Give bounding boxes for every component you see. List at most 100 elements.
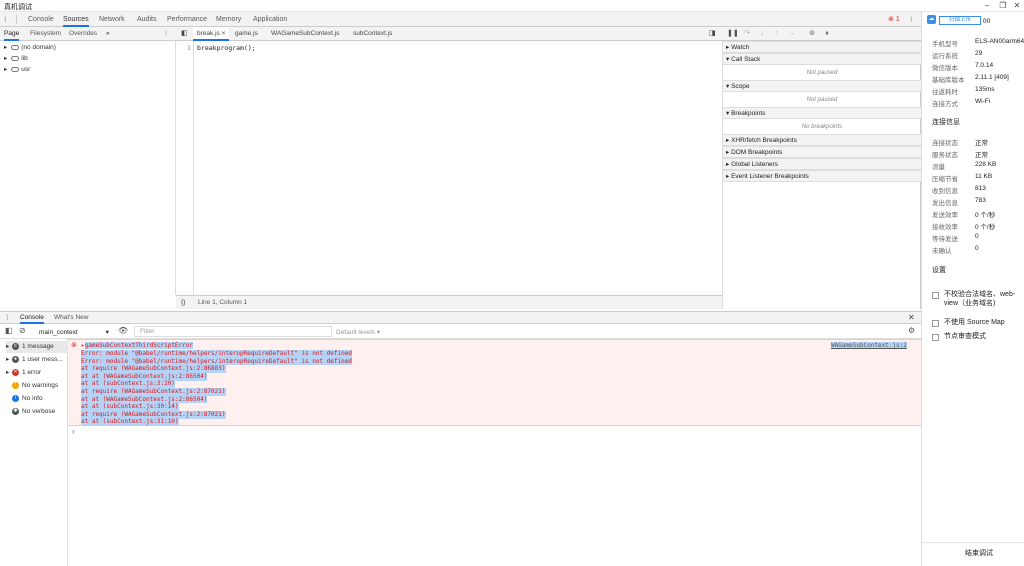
clear-console-icon[interactable]: ⊘	[19, 326, 26, 335]
console-error-message[interactable]: ⊗ ▸gameSubContextThirdScriptError WAGame…	[68, 339, 921, 427]
end-debug-button[interactable]: 结束调试	[965, 548, 993, 558]
info-value: 783	[975, 197, 986, 204]
tab-audits[interactable]: Audits	[137, 12, 156, 27]
console-filter-error[interactable]: ▸ ✕ 1 error	[6, 367, 68, 379]
settings-gear-icon[interactable]: ⚙	[908, 326, 915, 335]
scan-upload-button[interactable]: 扫描上传	[939, 16, 981, 25]
more-tabs-icon[interactable]: »	[106, 27, 110, 41]
cloud-icon	[11, 55, 20, 61]
context-select[interactable]: main_context ▾	[39, 328, 109, 336]
tree-item-label: lib	[21, 55, 28, 62]
section-watch[interactable]: ▸ Watch	[723, 41, 921, 53]
code-line[interactable]: breakprogram();	[197, 44, 256, 52]
step-icon[interactable]: →	[787, 29, 797, 39]
section-xhr-breakpoints[interactable]: ▸ XHR/fetch Breakpoints	[723, 134, 921, 146]
disable-source-map-label: 不使用 Source Map	[944, 319, 1005, 326]
sidebar-toggle-icon[interactable]: ◧	[5, 326, 13, 335]
section-label: XHR/fetch Breakpoints	[731, 137, 797, 144]
drawer-tab-whats-new[interactable]: What's New	[54, 312, 88, 324]
disable-source-map-checkbox[interactable]	[932, 320, 939, 327]
info-label: 手机型号	[932, 41, 958, 48]
info-label: 发送效率	[932, 212, 958, 219]
info-value: ELS-AN00arm64...	[975, 38, 1024, 45]
code-editor[interactable]	[176, 41, 723, 295]
step-into-icon[interactable]: ↓	[757, 29, 767, 39]
tab-memory[interactable]: Memory	[216, 12, 241, 27]
tab-overrides[interactable]: Overrides	[69, 27, 97, 41]
tab-console[interactable]: Console	[28, 12, 54, 27]
tab-performance[interactable]: Performance	[167, 12, 207, 27]
section-event-listener-breakpoints[interactable]: ▸ Event Listener Breakpoints	[723, 170, 921, 182]
editor-tab-wagamesubcontext-js[interactable]: WAGameSubContext.js	[271, 27, 339, 41]
section-scope[interactable]: ▾ Scope	[723, 80, 921, 92]
editor-tab-game-js[interactable]: game.js	[235, 27, 258, 41]
pause-on-exceptions-icon[interactable]: ⏸	[822, 29, 832, 39]
editor-tab-subcontext-js[interactable]: subContext.js	[353, 27, 392, 41]
settings-header: 设置	[932, 267, 946, 274]
section-global-listeners[interactable]: ▸ Global Listeners	[723, 158, 921, 170]
info-value: 813	[975, 185, 986, 192]
info-value: 11 KB	[975, 173, 993, 180]
section-label: Event Listener Breakpoints	[731, 173, 809, 180]
node-inspect-mode-checkbox[interactable]	[932, 334, 939, 341]
info-label: 基础库版本	[932, 77, 965, 84]
tree-item-no-domain[interactable]: ▸ (no domain)	[4, 43, 56, 53]
close-drawer-icon[interactable]: ✕	[908, 312, 915, 324]
console-filter-user[interactable]: ▸ ● 1 user mess...	[6, 354, 68, 366]
cloud-icon	[11, 66, 20, 72]
deactivate-breakpoints-icon[interactable]: ⊘	[807, 29, 817, 39]
console-filter-list[interactable]: ▸ ≡ 1 message	[6, 341, 68, 353]
drawer-menu-icon[interactable]: ⁝	[6, 313, 9, 322]
error-source-link[interactable]: WAGameSubContext.js:2	[831, 342, 907, 350]
info-label: 收到信息	[932, 188, 958, 195]
expand-arrow-icon: ▸	[726, 173, 730, 180]
error-stack-line: at at (WAGameSubContext.js:2:86504)	[81, 372, 208, 381]
cloud-icon	[11, 44, 20, 50]
section-dom-breakpoints[interactable]: ▸ DOM Breakpoints	[723, 146, 921, 158]
info-label: 连接状态	[932, 140, 958, 147]
maximize-icon[interactable]: ❐	[996, 1, 1010, 11]
pretty-print-button[interactable]: {}	[181, 296, 185, 309]
console-filter-info[interactable]: i No info	[6, 393, 68, 405]
pause-icon[interactable]: ❚❚	[727, 29, 739, 39]
console-filter-label: No warnings	[22, 382, 59, 389]
debugger-toolbar: ❚❚ ↷ ↓ ↑ → ⊘ ⏸	[723, 27, 921, 41]
step-out-icon[interactable]: ↑	[772, 29, 782, 39]
console-filter-warning[interactable]: ! No warnings	[6, 380, 68, 392]
eye-icon[interactable]: 👁	[118, 326, 128, 335]
error-count-badge[interactable]: ⊗ 1	[888, 12, 900, 27]
step-over-icon[interactable]: ↷	[742, 29, 752, 39]
filter-input[interactable]: Filter	[134, 326, 332, 337]
tab-page[interactable]: Page	[4, 27, 20, 41]
close-tab-icon[interactable]: ×	[222, 30, 226, 37]
toggle-debugger-icon[interactable]: ◨	[709, 27, 716, 41]
console-prompt[interactable]: ›	[72, 427, 75, 436]
console-filter-verbose[interactable]: ✱ No verbose	[6, 406, 68, 418]
error-title[interactable]: ▸gameSubContextThirdScriptError	[81, 342, 193, 350]
close-icon[interactable]: ✕	[1010, 1, 1024, 11]
tree-item-lib[interactable]: ▸ lib	[4, 54, 28, 64]
tab-filesystem[interactable]: Filesystem	[30, 27, 61, 41]
navigator-menu-icon[interactable]: ⁝	[165, 27, 167, 41]
drawer-tab-console[interactable]: Console	[20, 312, 44, 324]
minimize-icon[interactable]: –	[980, 1, 994, 11]
info-value: 29	[975, 50, 983, 57]
title-bar: 真机调试 – ❐ ✕	[0, 0, 1024, 12]
info-label: 流量	[932, 164, 945, 171]
skip-domain-check-checkbox[interactable]	[932, 292, 939, 299]
devtools-menu-icon[interactable]: ⁝	[4, 12, 7, 27]
section-breakpoints[interactable]: ▾ Breakpoints	[723, 107, 921, 119]
editor-tab-break-js[interactable]: break.js ×	[193, 27, 230, 41]
info-value: 7.0.14	[975, 62, 994, 69]
tab-application[interactable]: Application	[253, 12, 287, 27]
tab-network[interactable]: Network	[99, 12, 125, 27]
tree-item-usr[interactable]: ▸ usr	[4, 65, 30, 75]
tab-sources[interactable]: Sources	[63, 12, 89, 27]
log-levels-select[interactable]: Default levels ▾	[336, 328, 380, 336]
toggle-navigator-icon[interactable]: ◧	[181, 27, 188, 41]
section-call-stack[interactable]: ▾ Call Stack	[723, 53, 921, 65]
console-filter-label: 1 user mess...	[22, 356, 63, 363]
error-stack-line: at at (subContext.js:31:10)	[81, 418, 179, 427]
more-menu-icon[interactable]: ⁝	[910, 12, 913, 27]
editor-tabs: ◧ break.js × game.js WAGameSubContext.js…	[176, 27, 723, 41]
